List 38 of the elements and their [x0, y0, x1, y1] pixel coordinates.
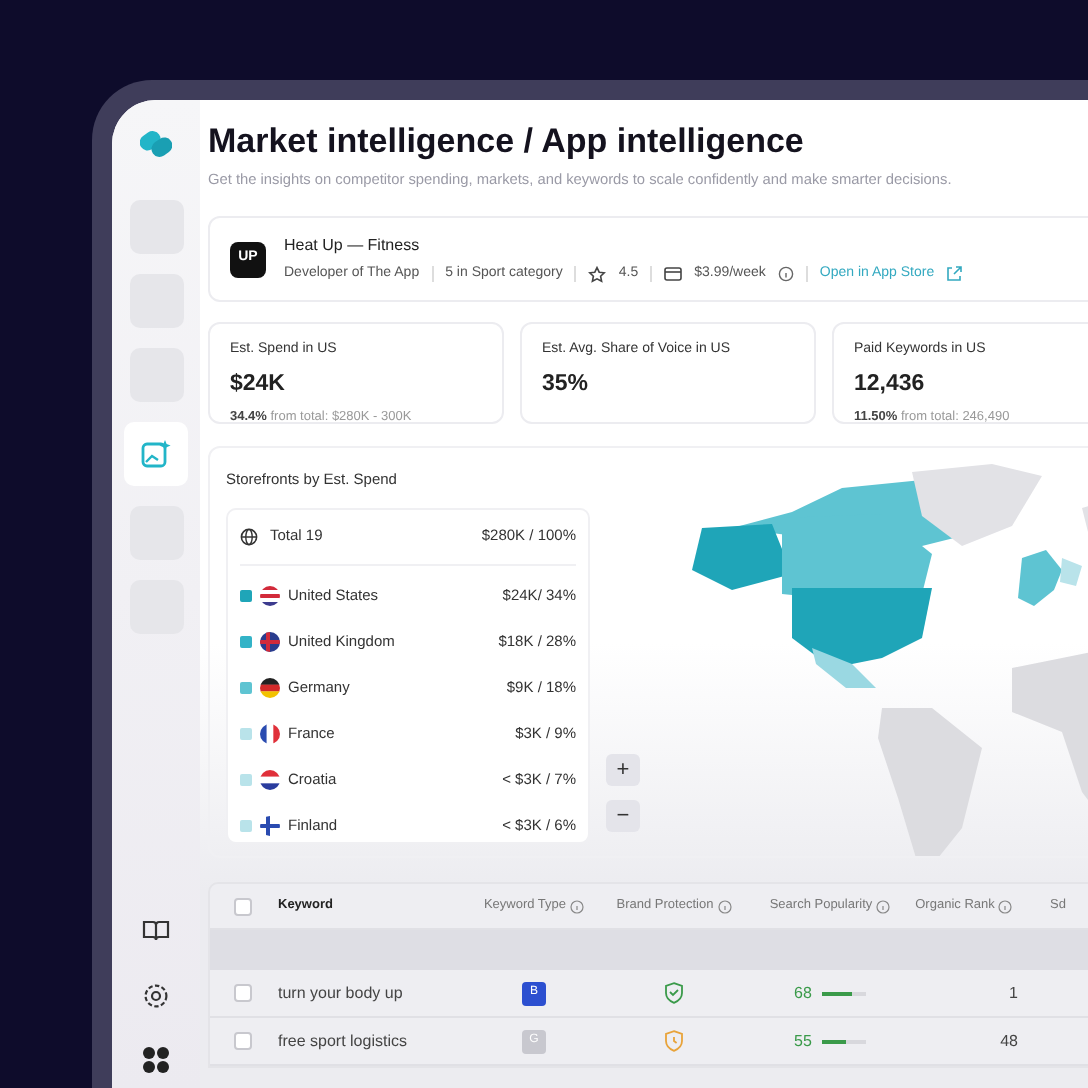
popularity-bar: [821, 991, 866, 996]
flag-icon: [260, 632, 280, 653]
select-all-checkbox[interactable]: [234, 897, 252, 916]
row-checkbox[interactable]: [234, 1032, 252, 1051]
flag-icon: [260, 816, 280, 837]
stat-value: $24K: [230, 369, 287, 400]
flag-icon: [260, 770, 280, 791]
keyword-text: turn your body up: [278, 981, 403, 1006]
logo-icon: [140, 128, 172, 160]
flag-icon: [260, 724, 280, 745]
card-icon: [664, 266, 683, 283]
zoom-out-button[interactable]: −: [606, 800, 640, 833]
organic-rank: 1: [1009, 981, 1018, 1006]
info-icon: [777, 266, 794, 283]
row-checkbox[interactable]: [234, 984, 252, 1003]
zoom-in-button[interactable]: +: [606, 754, 640, 787]
popularity-value: 68: [794, 981, 812, 1006]
keyword-text: free sport logistics: [278, 1029, 407, 1054]
flag-icon: [260, 586, 280, 607]
info-icon: [570, 899, 585, 914]
app-name: Heat Up — Fitness: [284, 233, 422, 258]
stat-value: 35%: [542, 369, 591, 400]
info-icon: [876, 899, 891, 914]
popularity-bar: [821, 1039, 866, 1044]
apps-icon[interactable]: [140, 1044, 172, 1076]
info-icon: [998, 899, 1013, 914]
settings-icon[interactable]: [140, 980, 172, 1012]
globe-icon: [240, 527, 258, 546]
external-link-icon: [946, 266, 963, 283]
flag-icon: [260, 678, 280, 699]
stat-value: 12,436: [854, 369, 927, 400]
organic-rank: 48: [1000, 1029, 1018, 1054]
image-sparkle-icon: [140, 438, 172, 470]
info-icon: [717, 899, 732, 914]
nav-item[interactable]: [124, 422, 188, 486]
star-icon: [588, 265, 607, 284]
page-title: Market intelligence / App intelligence: [208, 124, 806, 162]
popularity-value: 55: [794, 1029, 812, 1054]
